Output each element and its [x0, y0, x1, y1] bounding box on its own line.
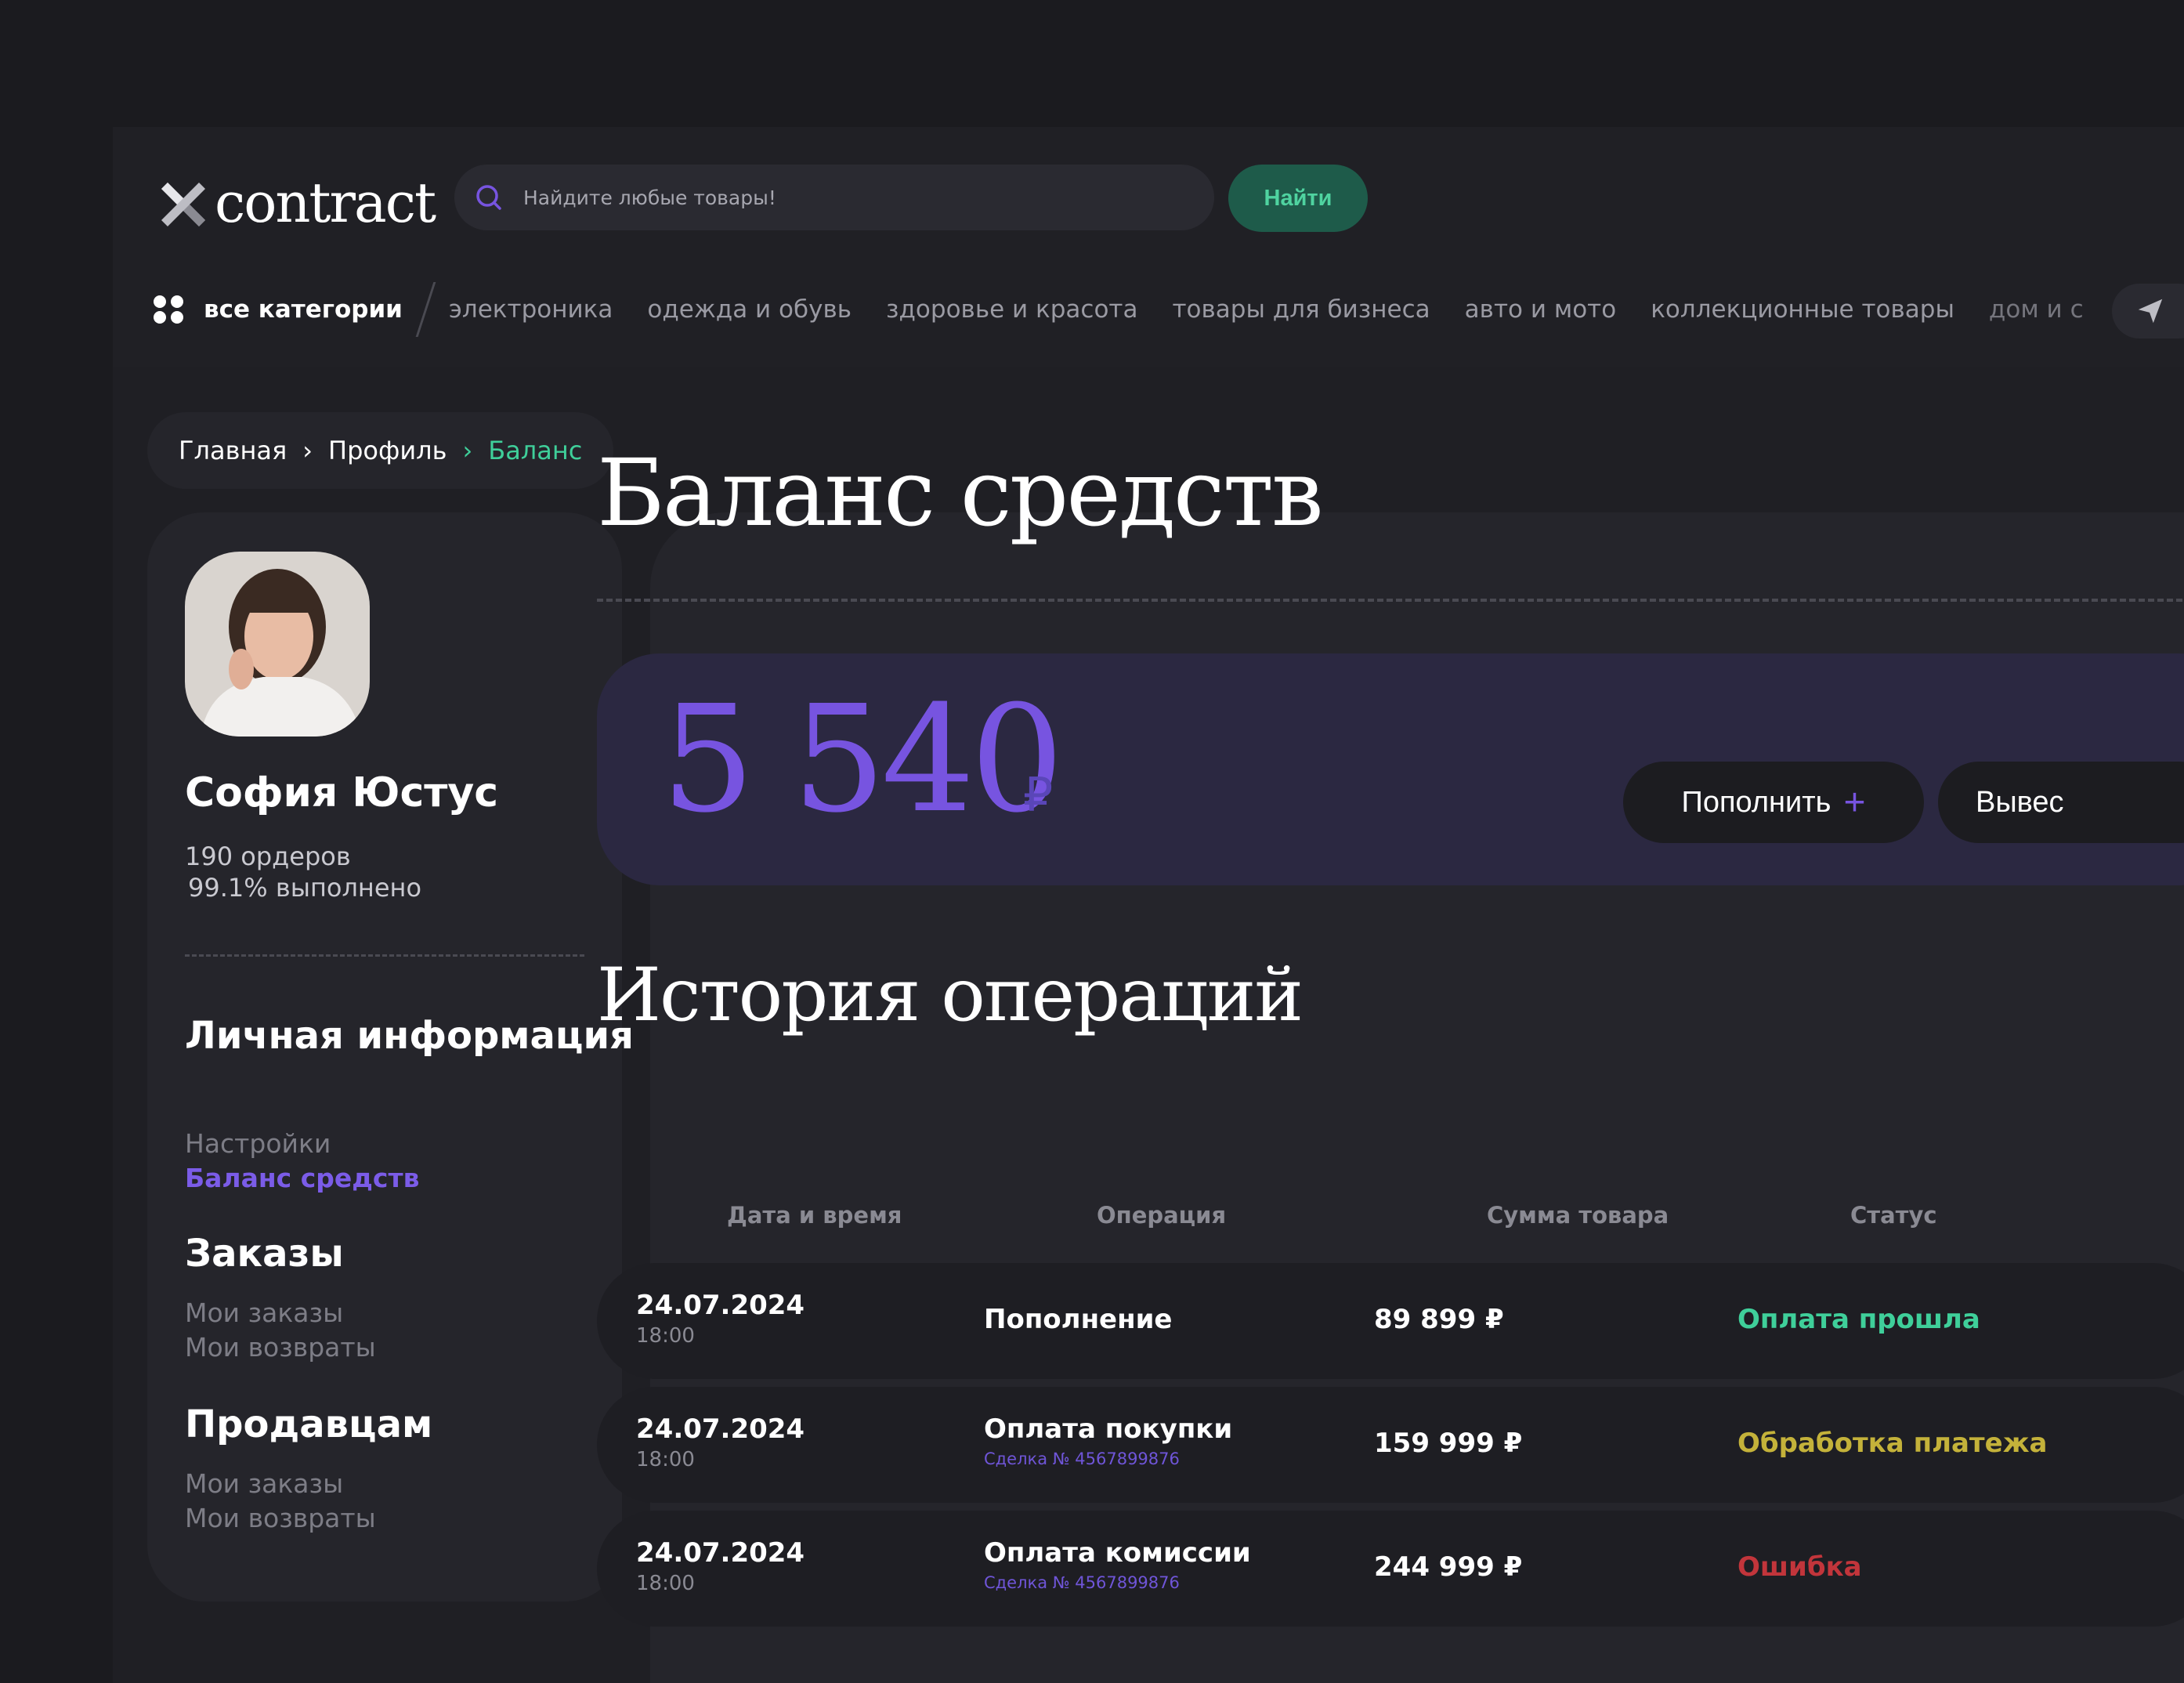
row-time: 18:00	[636, 1324, 695, 1348]
section-personal-info: Личная информация	[185, 1014, 634, 1058]
menu-seller-returns[interactable]: Мои возвраты	[185, 1503, 376, 1533]
section-sellers: Продавцам	[185, 1402, 433, 1446]
category-home[interactable]: дом и с	[1989, 295, 2084, 324]
category-electronics[interactable]: электроника	[449, 295, 613, 324]
page-title: Баланс средств	[597, 439, 1324, 547]
row-amount: 89 899 ₽	[1374, 1304, 1504, 1335]
logo[interactable]: contract	[154, 168, 436, 238]
row-status: Оплата прошла	[1737, 1304, 1980, 1335]
row-amount: 159 999 ₽	[1374, 1428, 1523, 1459]
col-datetime: Дата и время	[727, 1202, 902, 1229]
sidebar-divider	[185, 954, 584, 957]
category-business[interactable]: товары для бизнеса	[1172, 295, 1430, 324]
chevron-right-icon: ›	[462, 436, 473, 465]
row-time: 18:00	[636, 1572, 695, 1595]
all-categories-button[interactable]: все категории	[154, 294, 403, 325]
row-deal-link[interactable]: Сделка № 4567899876	[984, 1450, 1180, 1468]
row-operation: Оплата комиссии	[984, 1537, 1251, 1569]
menu-my-returns[interactable]: Мои возвраты	[185, 1332, 376, 1363]
logo-icon	[161, 183, 205, 226]
menu-my-orders[interactable]: Мои заказы	[185, 1298, 343, 1328]
category-collectibles[interactable]: коллекционные товары	[1651, 295, 1954, 324]
row-operation: Оплата покупки	[984, 1413, 1233, 1445]
category-nav: все категории электроника одежда и обувь…	[154, 282, 2118, 337]
send-icon	[2138, 299, 2163, 324]
topup-button[interactable]: Пополнить +	[1623, 762, 1924, 843]
menu-seller-orders[interactable]: Мои заказы	[185, 1468, 343, 1499]
search-icon	[476, 185, 501, 210]
breadcrumb-home[interactable]: Главная	[179, 436, 287, 465]
profile-name: София Юстус	[185, 769, 499, 816]
section-orders: Заказы	[185, 1232, 344, 1276]
profile-orders: 190 ордеров	[185, 842, 351, 871]
row-date: 24.07.2024	[636, 1290, 805, 1321]
row-date: 24.07.2024	[636, 1413, 805, 1445]
col-status: Статус	[1850, 1202, 1937, 1229]
balance-amount: 5 540	[661, 674, 1064, 845]
row-date: 24.07.2024	[636, 1537, 805, 1569]
col-amount: Сумма товара	[1487, 1202, 1669, 1229]
withdraw-button[interactable]: Вывес	[1938, 762, 2184, 843]
send-button[interactable]	[2112, 284, 2184, 338]
balance-currency: ₽	[1023, 768, 1054, 823]
topup-label: Пополнить	[1681, 785, 1831, 819]
row-deal-link[interactable]: Сделка № 4567899876	[984, 1573, 1180, 1592]
col-operation: Операция	[1097, 1202, 1227, 1229]
category-health-beauty[interactable]: здоровье и красота	[886, 295, 1137, 324]
menu-settings[interactable]: Настройки	[185, 1128, 331, 1159]
chevron-right-icon: ›	[302, 436, 313, 465]
profile-completed: 99.1% выполнено	[188, 873, 422, 903]
plus-icon: +	[1843, 781, 1866, 823]
title-divider	[597, 599, 2184, 602]
row-amount: 244 999 ₽	[1374, 1551, 1523, 1583]
all-categories-label: все категории	[204, 295, 403, 324]
row-status: Обработка платежа	[1737, 1428, 2048, 1459]
grid-dots-icon	[154, 294, 185, 325]
row-operation: Пополнение	[984, 1304, 1173, 1335]
logo-text: contract	[215, 171, 436, 235]
breadcrumb-current: Баланс	[488, 436, 583, 465]
search-bar[interactable]	[454, 165, 1214, 230]
avatar-image	[185, 552, 370, 737]
row-time: 18:00	[636, 1448, 695, 1471]
search-button[interactable]: Найти	[1228, 165, 1368, 232]
search-input[interactable]	[522, 185, 1214, 210]
row-status: Ошибка	[1737, 1551, 1862, 1583]
history-title: История операций	[597, 953, 1304, 1038]
menu-balance[interactable]: Баланс средств	[185, 1163, 420, 1193]
category-auto-moto[interactable]: авто и мото	[1465, 295, 1617, 324]
breadcrumb: Главная › Профиль › Баланс	[147, 412, 614, 489]
breadcrumb-profile[interactable]: Профиль	[328, 436, 447, 465]
category-clothing[interactable]: одежда и обувь	[647, 295, 852, 324]
nav-divider	[415, 282, 436, 337]
avatar[interactable]	[185, 552, 370, 737]
